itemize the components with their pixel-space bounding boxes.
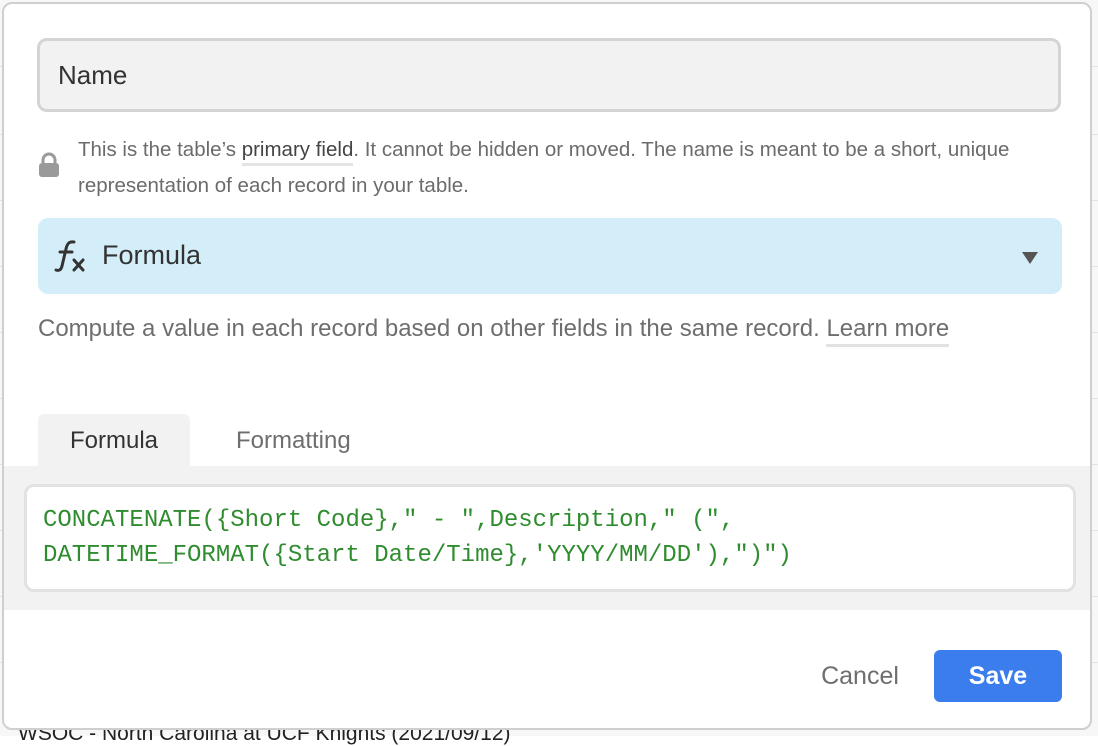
- field-type-select[interactable]: Formula: [38, 218, 1062, 294]
- chevron-down-icon: [1022, 252, 1038, 264]
- field-type-label: Formula: [102, 240, 202, 270]
- tab-formatting[interactable]: Formatting: [204, 414, 383, 468]
- cancel-button[interactable]: Cancel: [800, 650, 920, 702]
- lock-icon: [39, 152, 59, 177]
- field-type-description: Compute a value in each record based on …: [38, 311, 1038, 347]
- tab-formula[interactable]: Formula: [38, 414, 191, 468]
- description-text: Compute a value in each record based on …: [38, 315, 827, 342]
- save-button[interactable]: Save: [934, 650, 1062, 702]
- learn-more-link[interactable]: Learn more: [826, 315, 950, 347]
- field-editor-dialog: This is the table’s primary field. It ca…: [2, 2, 1092, 730]
- formula-editor[interactable]: CONCATENATE({Short Code}," - ",Descripti…: [24, 484, 1076, 592]
- primary-note-text: This is the table’s: [78, 138, 242, 161]
- fx-icon: [54, 240, 85, 272]
- field-name-input[interactable]: [37, 38, 1061, 112]
- primary-field-note: This is the table’s primary field. It ca…: [78, 132, 1058, 204]
- primary-field-link[interactable]: primary field: [241, 138, 354, 166]
